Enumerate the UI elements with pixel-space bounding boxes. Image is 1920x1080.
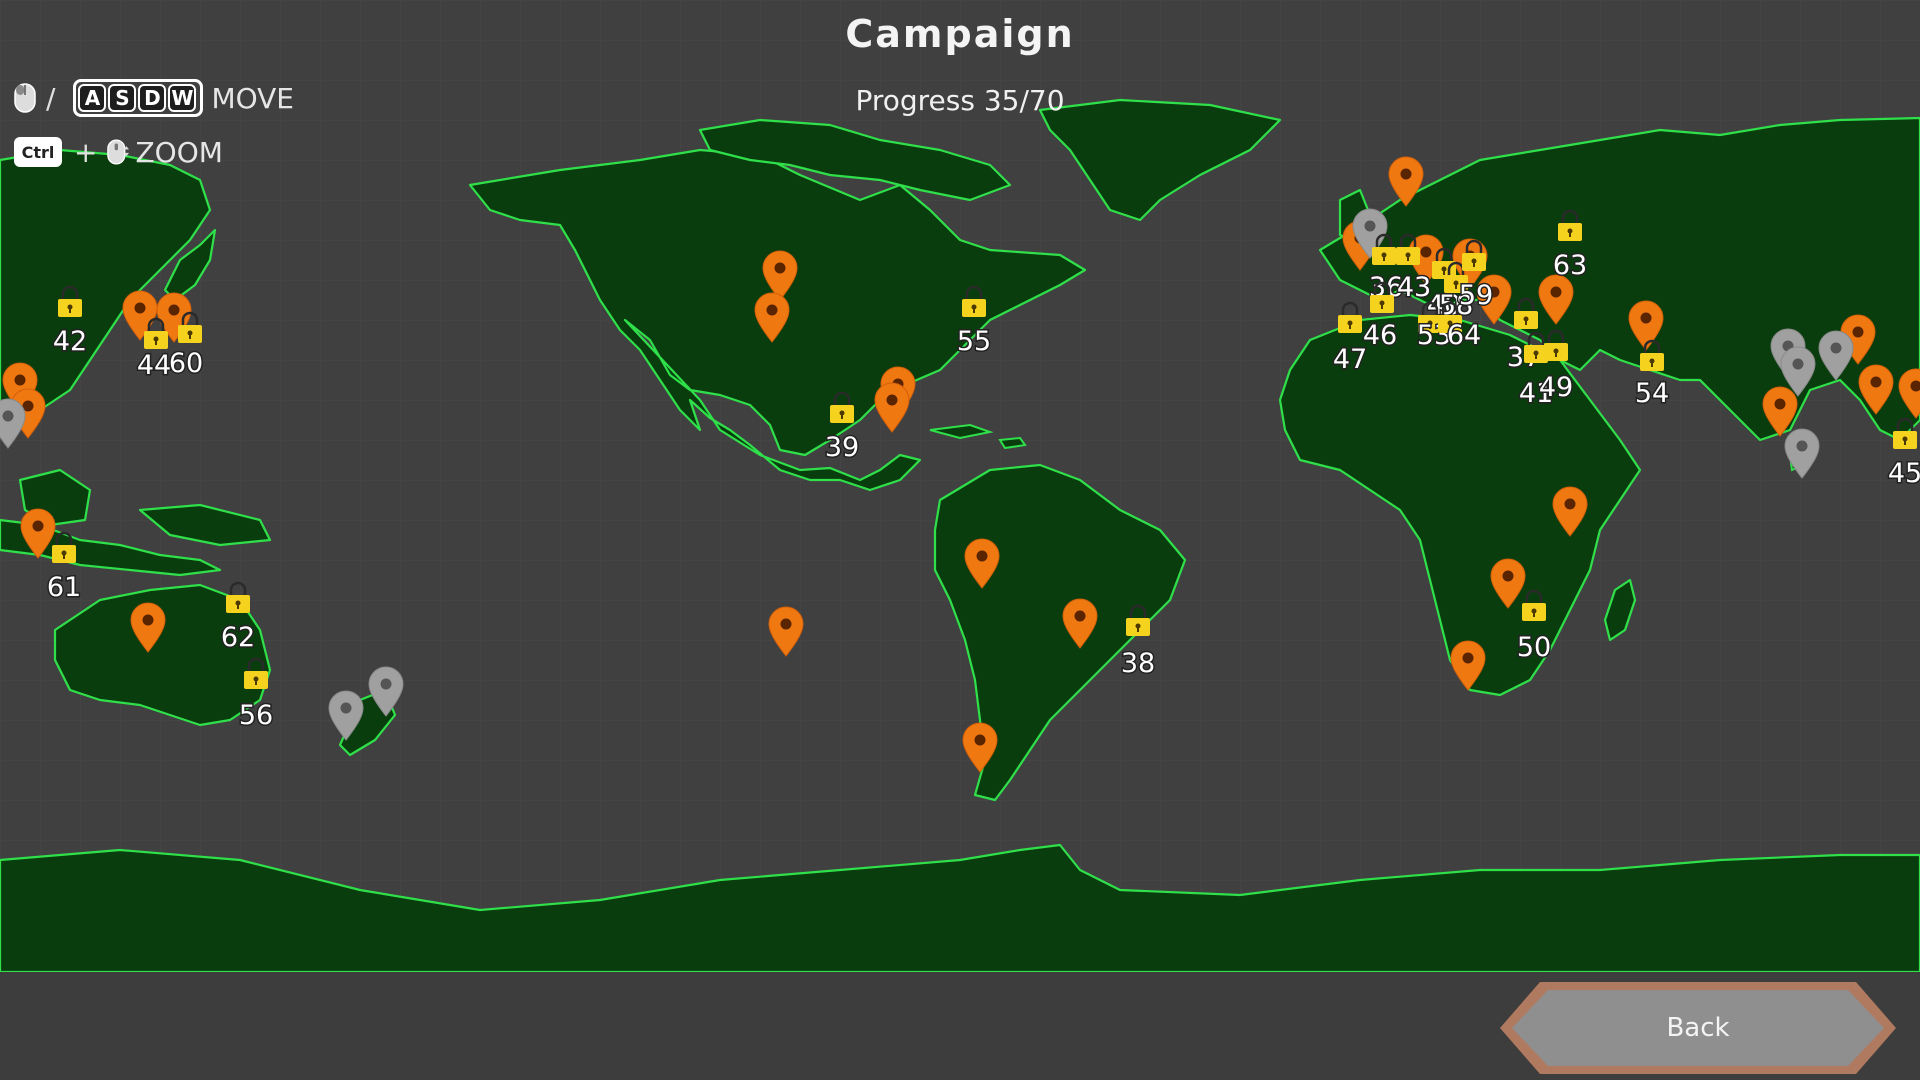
level-number: 42 xyxy=(53,326,87,357)
key-d: D xyxy=(138,84,167,112)
move-controls-hint: / A S D W MOVE xyxy=(14,78,294,118)
level-number: 61 xyxy=(47,572,81,603)
level-number: 49 xyxy=(1539,372,1573,403)
wasd-keys: A S D W xyxy=(73,79,204,117)
level-number: 60 xyxy=(169,348,203,379)
move-label: MOVE xyxy=(211,81,294,115)
zoom-label: ZOOM xyxy=(135,135,223,169)
level-number: 63 xyxy=(1553,250,1587,281)
page-title: Campaign xyxy=(845,12,1075,56)
level-number: 45 xyxy=(1888,458,1920,489)
level-number: 56 xyxy=(239,700,273,731)
level-number: 59 xyxy=(1459,280,1493,311)
key-s: S xyxy=(108,84,137,112)
level-number: 54 xyxy=(1635,378,1669,409)
level-number: 46 xyxy=(1363,320,1397,351)
mouse-scroll-icon xyxy=(107,139,130,165)
zoom-plus: + xyxy=(74,135,98,169)
zoom-controls-hint: Ctrl + ZOOM xyxy=(14,132,223,172)
level-number: 38 xyxy=(1121,648,1155,679)
level-number: 47 xyxy=(1333,344,1367,375)
key-a: A xyxy=(78,84,107,112)
level-number: 50 xyxy=(1517,632,1551,663)
key-w: W xyxy=(168,84,197,112)
back-button-label: Back xyxy=(1666,1013,1730,1043)
level-number: 44 xyxy=(137,350,171,381)
level-number: 64 xyxy=(1447,320,1481,351)
level-number: 62 xyxy=(221,622,255,653)
back-button[interactable]: Back xyxy=(1498,980,1898,1076)
key-ctrl: Ctrl xyxy=(14,137,62,167)
mouse-icon xyxy=(14,83,36,113)
move-separator: / xyxy=(46,81,56,115)
caribbean-island xyxy=(998,436,1027,450)
world-map-canvas[interactable]: 4244606162565539386336434058594653644737… xyxy=(0,0,1920,972)
level-number: 55 xyxy=(957,326,991,357)
level-number: 39 xyxy=(825,432,859,463)
world-map[interactable]: 4244606162565539386336434058594653644737… xyxy=(0,0,1920,972)
